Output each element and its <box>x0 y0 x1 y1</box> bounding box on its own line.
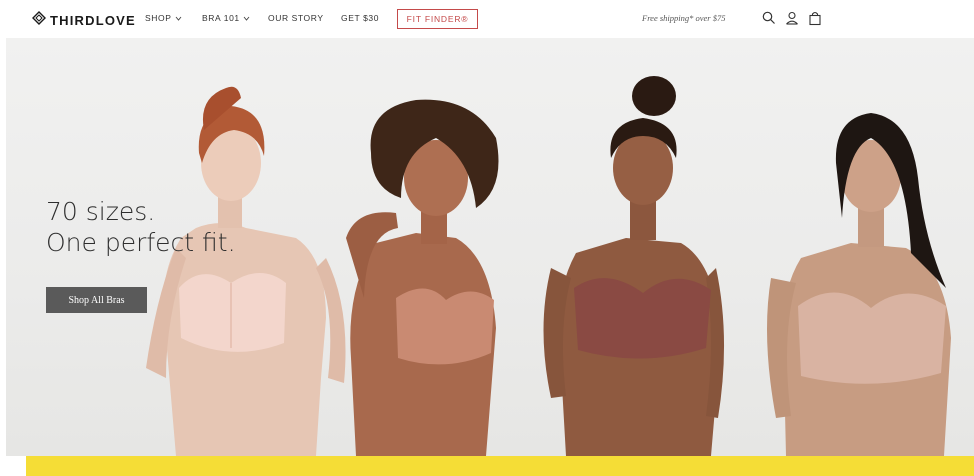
diamond-logo-icon <box>32 11 46 30</box>
nav-item-label: SHOP <box>145 13 172 23</box>
top-navigation: THIRDLOVE SHOP BRA 101 OUR STORY GET $30… <box>0 0 974 38</box>
nav-item-our-story[interactable]: OUR STORY <box>268 13 324 23</box>
search-icon[interactable] <box>761 10 777 26</box>
hero-headline: 70 sizes. One perfect fit. <box>46 196 236 258</box>
bag-icon[interactable] <box>807 10 823 26</box>
chevron-down-icon <box>243 16 250 21</box>
nav-item-shop[interactable]: SHOP <box>145 13 182 23</box>
promo-bar <box>26 456 974 476</box>
nav-item-label: BRA 101 <box>202 13 240 23</box>
brand-name: THIRDLOVE <box>50 13 136 28</box>
nav-item-bra-101[interactable]: BRA 101 <box>202 13 250 23</box>
nav-item-label: OUR STORY <box>268 13 324 23</box>
shop-all-bras-button[interactable]: Shop All Bras <box>46 287 147 313</box>
fit-finder-button[interactable]: FIT FINDER® <box>397 9 478 29</box>
nav-item-label: GET $30 <box>341 13 380 23</box>
free-shipping-note: Free shipping* over $75 <box>642 13 726 23</box>
account-icon[interactable] <box>784 10 800 26</box>
brand-logo[interactable]: THIRDLOVE <box>32 11 136 30</box>
headline-line-1: 70 sizes. <box>46 197 156 226</box>
chevron-down-icon <box>175 16 181 21</box>
headline-line-2: One perfect fit. <box>46 228 236 257</box>
hero-banner: 70 sizes. One perfect fit. Shop All Bras <box>6 38 974 456</box>
nav-item-get-30[interactable]: GET $30 <box>341 13 379 23</box>
